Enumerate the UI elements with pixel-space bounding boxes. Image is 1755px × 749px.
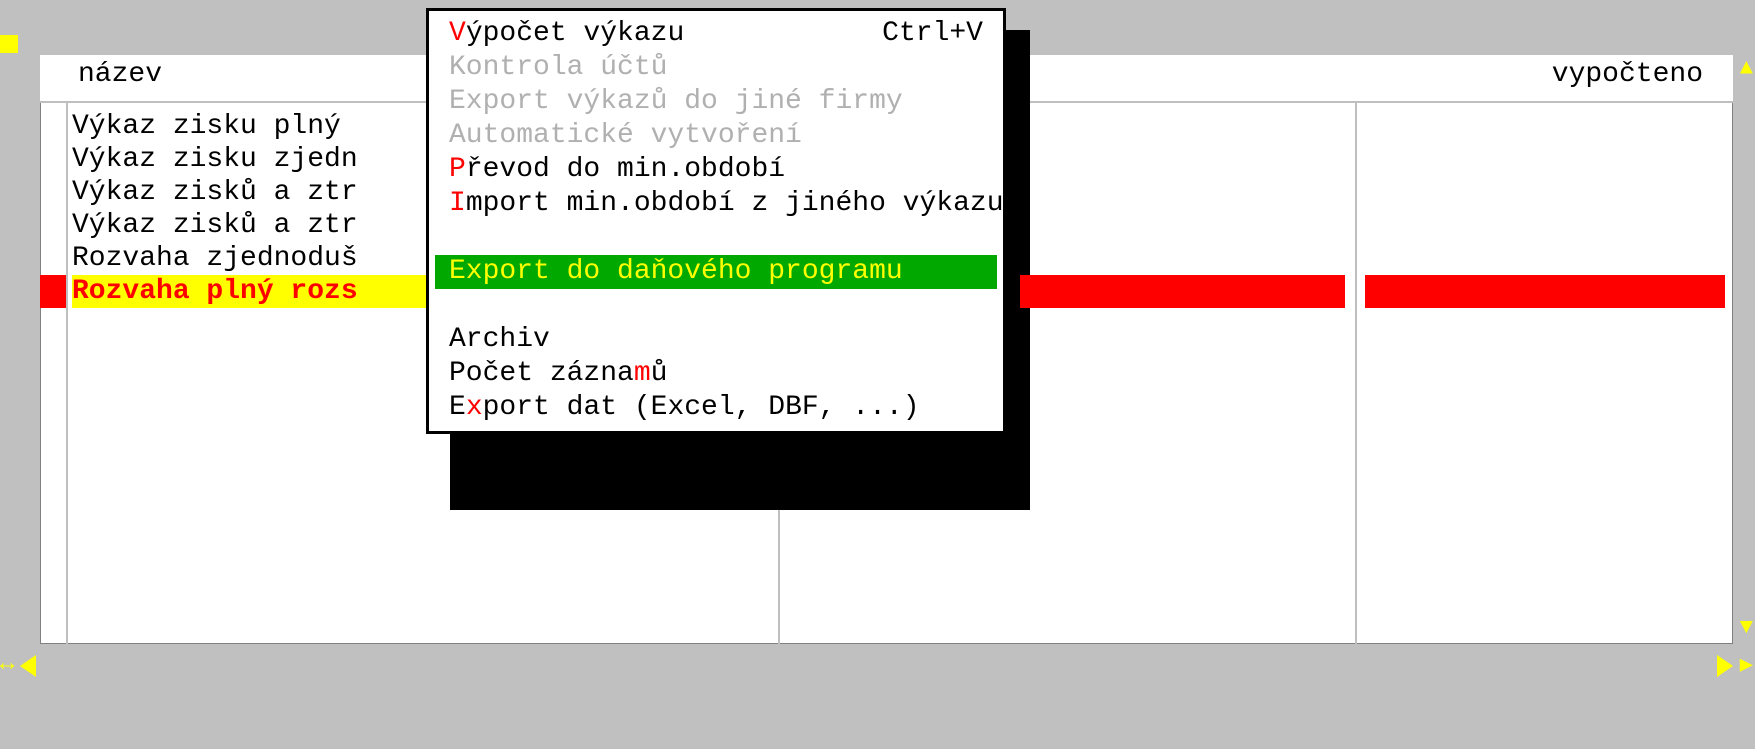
menu-shortcut: Ctrl+V bbox=[882, 17, 983, 51]
menu-item[interactable]: Import min.období z jiného výkazu bbox=[429, 187, 1003, 221]
header-calculated: vypočteno bbox=[1552, 59, 1703, 90]
menu-item[interactable]: Archiv bbox=[429, 323, 1003, 357]
menu-item: Export výkazů do jiné firmy bbox=[429, 85, 1003, 119]
scroll-left-icon[interactable] bbox=[20, 655, 36, 677]
scrollbar-vertical[interactable] bbox=[1733, 55, 1755, 644]
menu-item: Automatické vytvoření bbox=[429, 119, 1003, 153]
menu-item[interactable]: Převod do min.období bbox=[429, 153, 1003, 187]
bottom-bar bbox=[0, 644, 1755, 749]
scroll-right-icon[interactable] bbox=[1717, 655, 1733, 677]
column-divider bbox=[66, 55, 68, 644]
menu-item[interactable]: Počet záznamů bbox=[429, 357, 1003, 391]
menu-item[interactable]: Export do daňového programu bbox=[435, 255, 997, 289]
menu-spacer bbox=[429, 289, 1003, 323]
column-divider bbox=[1355, 55, 1357, 644]
header-name: název bbox=[78, 59, 162, 90]
menu-item: Kontrola účtů bbox=[429, 51, 1003, 85]
menu-item[interactable]: Export dat (Excel, DBF, ...) bbox=[429, 391, 1003, 425]
corner-marker bbox=[0, 35, 18, 53]
scroll-left-end-icon[interactable]: ↔ bbox=[0, 653, 14, 677]
context-menu: Výpočet výkazuCtrl+VKontrola účtůExport … bbox=[426, 8, 1006, 434]
menu-spacer bbox=[429, 221, 1003, 255]
selection-bar bbox=[1020, 275, 1345, 308]
scroll-right-end-icon[interactable]: ▶ bbox=[1740, 655, 1753, 677]
selection-marker bbox=[40, 275, 66, 308]
menu-item[interactable]: Výpočet výkazuCtrl+V bbox=[429, 17, 1003, 51]
selection-bar bbox=[1365, 275, 1725, 308]
scroll-down-icon[interactable]: ▼ bbox=[1740, 617, 1753, 639]
scroll-up-icon[interactable]: ▲ bbox=[1740, 58, 1753, 80]
